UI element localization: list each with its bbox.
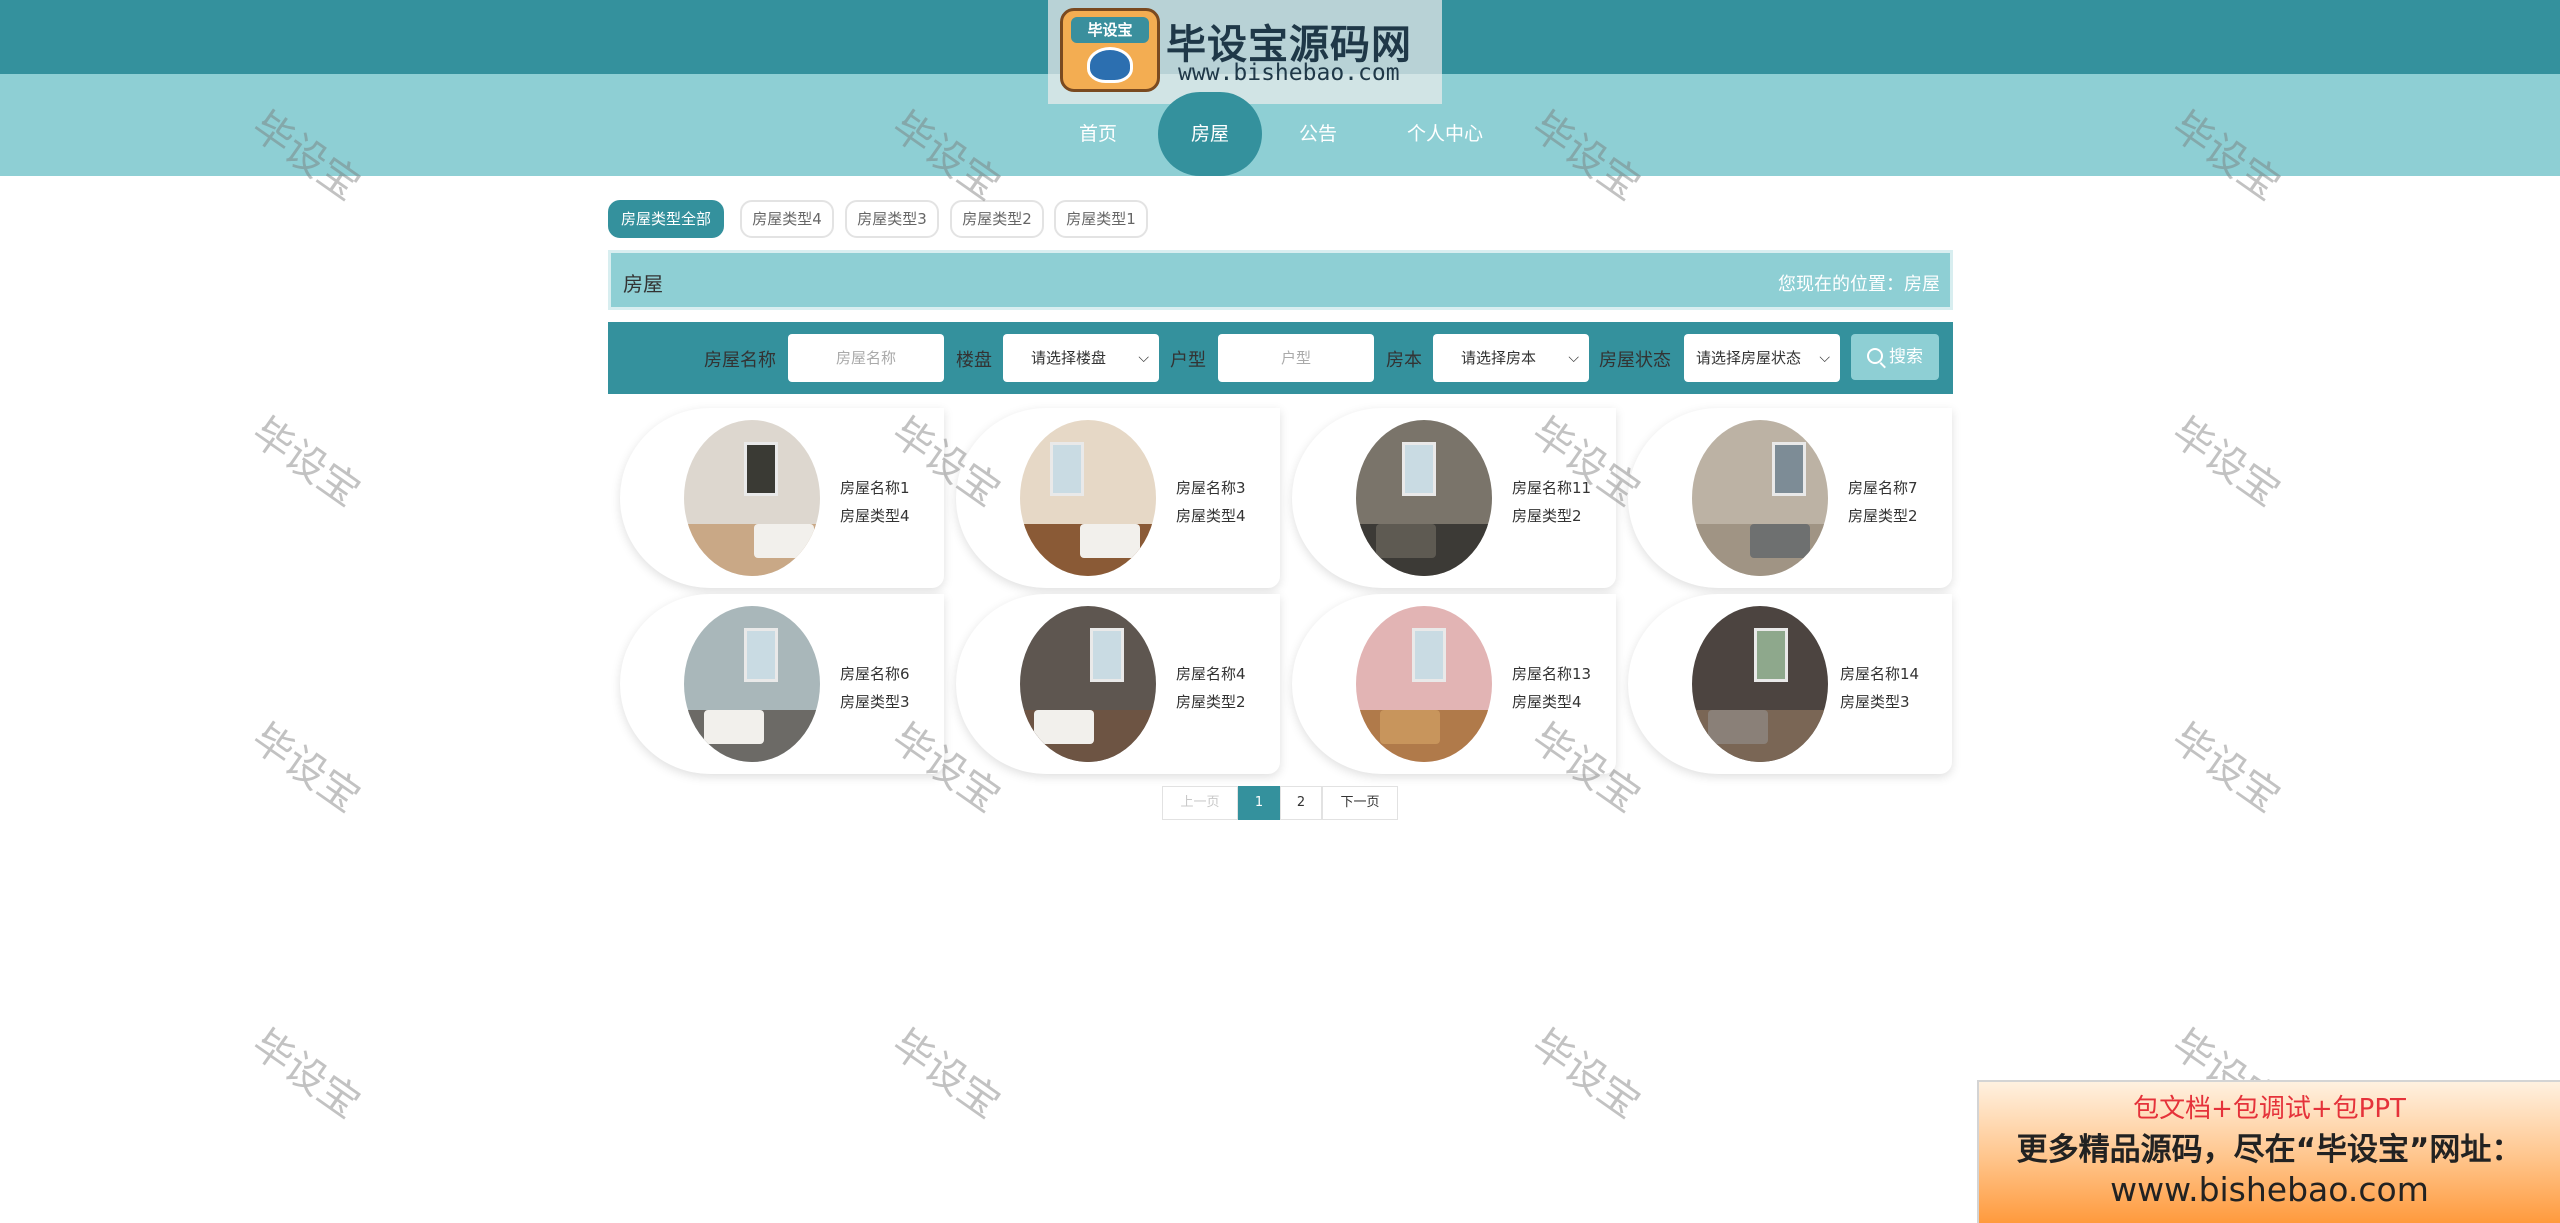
category-type3-button[interactable]: 房屋类型3: [845, 200, 939, 238]
listing-photo[interactable]: [1020, 420, 1156, 576]
listing-name: 房屋名称3: [1176, 479, 1246, 497]
layout-input[interactable]: [1218, 334, 1374, 382]
status-label: 房屋状态: [1599, 350, 1671, 371]
listing-photo[interactable]: [1356, 606, 1492, 762]
status-select[interactable]: 请选择房屋状态 ⌵: [1684, 334, 1840, 382]
watermark: 毕设宝: [1523, 1021, 1649, 1128]
status-select-value: 请选择房屋状态: [1696, 349, 1802, 367]
category-type4-button[interactable]: 房屋类型4: [740, 200, 834, 238]
watermark: 毕设宝: [243, 715, 369, 822]
listing-type: 房屋类型3: [840, 693, 910, 711]
chevron-down-icon: ⌵: [1138, 350, 1149, 366]
listing-name: 房屋名称11: [1512, 479, 1592, 497]
listing-name: 房屋名称1: [840, 479, 910, 497]
listing-type: 房屋类型4: [840, 507, 910, 525]
listing-photo[interactable]: [1356, 420, 1492, 576]
deed-select[interactable]: 请选择房本 ⌵: [1433, 334, 1589, 382]
page-2-button[interactable]: 2: [1280, 786, 1322, 820]
listing-card[interactable]: 房屋名称6 房屋类型3: [620, 594, 944, 774]
listing-photo[interactable]: [1692, 606, 1828, 762]
nav-item-notice[interactable]: 公告: [1280, 92, 1356, 176]
nav-item-home[interactable]: 首页: [1058, 92, 1138, 176]
watermark: 毕设宝: [883, 1021, 1009, 1128]
listing-name: 房屋名称7: [1848, 479, 1918, 497]
listing-card[interactable]: 房屋名称7 房屋类型2: [1628, 408, 1952, 588]
category-all-button[interactable]: 房屋类型全部: [608, 200, 724, 238]
logo-emblem-text: 毕设宝: [1071, 17, 1149, 43]
section-title-bar: 房屋 您现在的位置：房屋: [608, 250, 1953, 310]
listing-type: 房屋类型2: [1512, 507, 1582, 525]
listing-photo[interactable]: [684, 420, 820, 576]
logo-url: www.bishebao.com: [1178, 60, 1400, 86]
listing-card[interactable]: 房屋名称3 房屋类型4: [956, 408, 1280, 588]
listing-photo[interactable]: [1692, 420, 1828, 576]
watermark: 毕设宝: [2163, 409, 2289, 516]
listing-card[interactable]: 房屋名称11 房屋类型2: [1292, 408, 1616, 588]
house-name-label: 房屋名称: [704, 350, 776, 371]
watermark: 毕设宝: [2163, 715, 2289, 822]
category-type2-button[interactable]: 房屋类型2: [950, 200, 1044, 238]
listing-card[interactable]: 房屋名称14 房屋类型3: [1628, 594, 1952, 774]
nav-item-profile[interactable]: 个人中心: [1390, 92, 1500, 176]
listing-name: 房屋名称6: [840, 665, 910, 683]
listing-type: 房屋类型3: [1840, 693, 1910, 711]
listing-name: 房屋名称14: [1840, 665, 1920, 683]
page-1-button[interactable]: 1: [1238, 786, 1280, 820]
search-icon: [1867, 348, 1883, 364]
breadcrumb: 您现在的位置：房屋: [1778, 274, 1940, 295]
watermark: 毕设宝: [243, 409, 369, 516]
listing-type: 房屋类型2: [1176, 693, 1246, 711]
layout-label: 户型: [1170, 350, 1206, 371]
deed-select-value: 请选择房本: [1461, 349, 1537, 367]
listing-card[interactable]: 房屋名称13 房屋类型4: [1292, 594, 1616, 774]
search-button-label: 搜索: [1889, 347, 1923, 367]
prev-page-button[interactable]: 上一页: [1162, 786, 1238, 820]
deed-label: 房本: [1386, 350, 1422, 371]
category-type1-button[interactable]: 房屋类型1: [1054, 200, 1148, 238]
chevron-down-icon: ⌵: [1568, 350, 1579, 366]
listing-card[interactable]: 房屋名称1 房屋类型4: [620, 408, 944, 588]
nav-item-house[interactable]: 房屋: [1158, 92, 1262, 176]
house-name-input[interactable]: [788, 334, 944, 382]
promo-banner[interactable]: 包文档+包调试+包PPT 更多精品源码，尽在“毕设宝”网址： www.bishe…: [1977, 1080, 2560, 1223]
logo-dome-icon: [1087, 47, 1133, 83]
estate-select[interactable]: 请选择楼盘 ⌵: [1003, 334, 1159, 382]
section-title: 房屋: [623, 272, 663, 296]
listing-type: 房屋类型4: [1512, 693, 1582, 711]
logo-emblem: 毕设宝: [1060, 8, 1160, 92]
listing-type: 房屋类型2: [1848, 507, 1918, 525]
chevron-down-icon: ⌵: [1819, 350, 1830, 366]
listing-photo[interactable]: [684, 606, 820, 762]
listing-type: 房屋类型4: [1176, 507, 1246, 525]
listing-name: 房屋名称4: [1176, 665, 1246, 683]
watermark: 毕设宝: [243, 1021, 369, 1128]
promo-line-2: 更多精品源码，尽在“毕设宝”网址：: [2016, 1132, 2523, 1168]
search-button[interactable]: 搜索: [1851, 334, 1939, 380]
search-bar: 房屋名称 楼盘 请选择楼盘 ⌵ 户型 房本 请选择房本 ⌵ 房屋状态 请选择房屋…: [608, 322, 1953, 394]
listing-photo[interactable]: [1020, 606, 1156, 762]
site-logo[interactable]: 毕设宝 毕设宝源码网 www.bishebao.com: [1048, 0, 1442, 104]
estate-label: 楼盘: [956, 350, 992, 371]
estate-select-value: 请选择楼盘: [1031, 349, 1107, 367]
listing-name: 房屋名称13: [1512, 665, 1592, 683]
listing-card[interactable]: 房屋名称4 房屋类型2: [956, 594, 1280, 774]
next-page-button[interactable]: 下一页: [1322, 786, 1398, 820]
promo-line-3: www.bishebao.com: [2110, 1170, 2429, 1209]
promo-line-1: 包文档+包调试+包PPT: [2133, 1094, 2406, 1124]
